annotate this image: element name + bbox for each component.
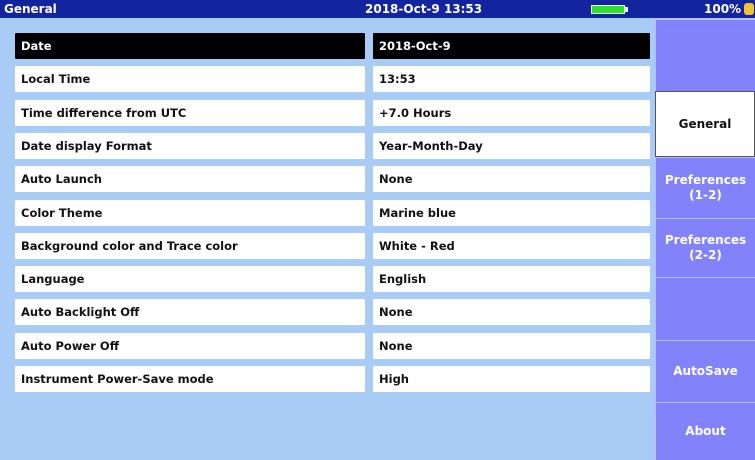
setting-label: Auto Launch: [15, 166, 365, 192]
soft-key-blank-middle[interactable]: [655, 277, 755, 340]
setting-row-color-theme[interactable]: Color Theme Marine blue: [15, 200, 650, 226]
setting-row-date[interactable]: Date 2018-Oct-9: [15, 33, 650, 59]
setting-label: Auto Backlight Off: [15, 299, 365, 325]
setting-value[interactable]: White - Red: [373, 233, 650, 259]
setting-row-date-format[interactable]: Date display Format Year-Month-Day: [15, 133, 650, 159]
setting-label: Instrument Power-Save mode: [15, 366, 365, 392]
setting-label: Color Theme: [15, 200, 365, 226]
setting-value[interactable]: None: [373, 166, 650, 192]
setting-row-power-save-mode[interactable]: Instrument Power-Save mode High: [15, 366, 650, 392]
soft-key-panel: General Preferences (1-2) Preferences (2…: [655, 19, 755, 460]
soft-key-preferences-1[interactable]: Preferences (1-2): [655, 157, 755, 218]
setting-label: Date display Format: [15, 133, 365, 159]
soft-key-general[interactable]: General: [655, 91, 755, 157]
soft-key-preferences-2[interactable]: Preferences (2-2): [655, 218, 755, 277]
setting-value[interactable]: Marine blue: [373, 200, 650, 226]
setting-value[interactable]: English: [373, 266, 650, 292]
title-bar: General 2018-Oct-9 13:53 100%: [0, 0, 755, 18]
battery-icon: [591, 5, 625, 14]
battery-cap: [625, 7, 628, 12]
soft-key-blank-top[interactable]: [655, 19, 755, 91]
screen-title: General: [4, 2, 57, 16]
setting-value[interactable]: High: [373, 366, 650, 392]
setting-value[interactable]: 13:53: [373, 66, 650, 92]
setting-row-language[interactable]: Language English: [15, 266, 650, 292]
setting-value[interactable]: None: [373, 299, 650, 325]
soft-key-about[interactable]: About: [655, 402, 755, 460]
setting-value[interactable]: None: [373, 333, 650, 359]
battery-percent: 100%: [704, 2, 742, 16]
setting-row-utc-difference[interactable]: Time difference from UTC +7.0 Hours: [15, 100, 650, 126]
setting-label: Auto Power Off: [15, 333, 365, 359]
setting-value[interactable]: Year-Month-Day: [373, 133, 650, 159]
power-plug-icon: [744, 3, 754, 15]
setting-label: Date: [15, 33, 365, 59]
setting-value[interactable]: +7.0 Hours: [373, 100, 650, 126]
setting-row-background-trace-color[interactable]: Background color and Trace color White -…: [15, 233, 650, 259]
setting-label: Background color and Trace color: [15, 233, 365, 259]
setting-row-auto-launch[interactable]: Auto Launch None: [15, 166, 650, 192]
date-time-display: 2018-Oct-9 13:53: [365, 2, 483, 16]
setting-label: Language: [15, 266, 365, 292]
soft-key-autosave[interactable]: AutoSave: [655, 340, 755, 402]
setting-value[interactable]: 2018-Oct-9: [373, 33, 650, 59]
setting-row-auto-backlight-off[interactable]: Auto Backlight Off None: [15, 299, 650, 325]
setting-row-local-time[interactable]: Local Time 13:53: [15, 66, 650, 92]
setting-row-auto-power-off[interactable]: Auto Power Off None: [15, 333, 650, 359]
setting-label: Local Time: [15, 66, 365, 92]
setting-label: Time difference from UTC: [15, 100, 365, 126]
